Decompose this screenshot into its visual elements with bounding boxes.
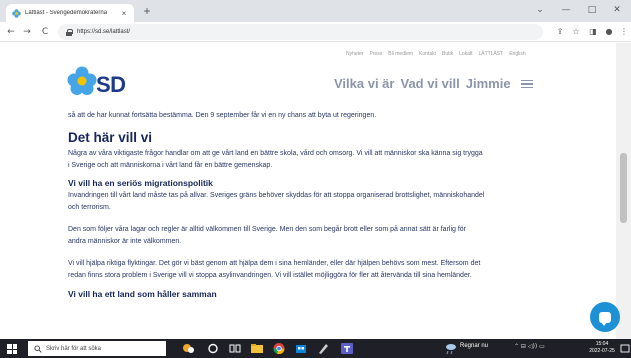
paragraph-line: Några av våra viktigaste frågor handlar … <box>68 150 483 157</box>
task-view-icon[interactable] <box>228 342 242 355</box>
pen-app-icon[interactable] <box>316 342 330 355</box>
paragraph-line: redan finns stora problem i Sverige vill… <box>68 272 472 279</box>
sidebar-icon[interactable]: ◨ <box>587 26 599 38</box>
section-title-migration: Vi vill ha en seriös migrationspolitik <box>68 178 213 188</box>
top-nav: Nyheter Press Bli medlem Kontakt Butik L… <box>346 51 526 57</box>
section-title-samman: Vi vill ha ett land som håller samman <box>68 289 217 299</box>
rain-weather-icon <box>446 344 456 355</box>
maximize-button[interactable]: □ <box>581 2 603 18</box>
windows-start-icon[interactable] <box>7 344 17 354</box>
paragraph-line: i Sverige och att människorna i vårt lan… <box>68 162 273 169</box>
tab-title: Lättläst - Sverigedemokraterna <box>25 10 108 16</box>
address-bar[interactable]: https://sd.se/lattlast/ <box>58 24 543 40</box>
notifications-icon[interactable] <box>620 342 630 355</box>
browser-tab[interactable]: Lättläst - Sverigedemokraterna × <box>6 4 134 22</box>
weather-cortana-icon[interactable] <box>178 342 198 355</box>
profile-icon[interactable]: ● <box>603 26 615 38</box>
clock-date: 2022-07-25 <box>589 348 615 354</box>
bookmark-star-icon[interactable]: ☆ <box>570 26 582 38</box>
chat-bubble-icon <box>599 311 611 326</box>
top-nav-lattlast[interactable]: LÄTTLÄST <box>478 51 503 57</box>
taskbar-search-placeholder: Skriv här för att söka <box>46 345 102 352</box>
top-nav-nyheter[interactable]: Nyheter <box>346 51 364 57</box>
forward-button[interactable]: → <box>20 25 34 39</box>
paragraph-line: Vi vill hjälpa riktiga flyktingar. Det g… <box>68 260 481 267</box>
search-icon <box>34 344 42 353</box>
paragraph-line: och terrorism. <box>68 204 111 211</box>
intro-text: så att de har kunnat fortsätta bestämma.… <box>68 112 377 119</box>
chrome-icon[interactable] <box>272 342 286 355</box>
sd-favicon-icon <box>12 8 21 18</box>
chat-button[interactable] <box>590 302 620 332</box>
close-window-button[interactable]: ✕ <box>606 2 628 18</box>
taskbar-clock[interactable]: 15:04 2022-07-25 <box>586 341 618 355</box>
paragraph-line: Invandringen till vårt land måste tas på… <box>68 192 485 199</box>
scrollbar-thumb[interactable] <box>620 153 627 223</box>
teams-icon[interactable] <box>340 342 354 355</box>
cortana-circle-icon[interactable] <box>206 342 220 355</box>
top-nav-butik[interactable]: Butik <box>442 51 453 57</box>
tab-close-icon[interactable]: × <box>120 9 128 18</box>
main-nav: Vilka vi är Vad vi vill Jimmie <box>334 76 533 91</box>
tab-search-icon[interactable]: ⌄ <box>529 2 551 18</box>
browser-menu-icon[interactable]: ⋮ <box>618 26 630 38</box>
site-header: Nyheter Press Bli medlem Kontakt Butik L… <box>0 43 616 106</box>
nav-vilka-vi-ar[interactable]: Vilka vi är <box>334 76 394 91</box>
system-tray-icons[interactable]: ⌃ ⊟ ◁)) ▭ <box>514 343 545 350</box>
new-tab-button[interactable]: + <box>140 4 154 18</box>
windows-taskbar: Skriv här för att söka Regnar nu ⌃ ⊟ ◁))… <box>0 339 631 358</box>
file-explorer-icon[interactable] <box>250 342 264 355</box>
paragraph-line: andra människor är inte välkommen. <box>68 238 182 245</box>
browser-tab-bar: Lättläst - Sverigedemokraterna × + ⌄ — □… <box>0 0 631 22</box>
top-nav-press[interactable]: Press <box>370 51 383 57</box>
taskbar-search-box[interactable]: Skriv här för att söka <box>28 341 166 356</box>
screen: Lättläst - Sverigedemokraterna × + ⌄ — □… <box>0 0 631 358</box>
back-button[interactable]: ← <box>4 25 18 39</box>
lock-icon[interactable] <box>66 28 73 36</box>
share-icon[interactable]: ⇪ <box>554 26 566 38</box>
nav-vad-vi-vill[interactable]: Vad vi vill <box>400 76 459 91</box>
heading-det-har-vill-vi: Det här vill vi <box>68 130 153 145</box>
page-scrollbar[interactable] <box>616 43 631 339</box>
hamburger-menu-icon[interactable] <box>520 79 533 89</box>
weather-text[interactable]: Regnar nu <box>460 343 488 349</box>
paragraph-line: Den som följer våra lagar och regler är … <box>68 226 467 233</box>
browser-toolbar: ← → C https://sd.se/lattlast/ ⇪ ☆ ◨ ● ⋮ <box>0 22 631 42</box>
logo-text[interactable]: SD <box>96 72 126 98</box>
article-content: så att de har kunnat fortsätta bestämma.… <box>68 106 578 339</box>
top-nav-english[interactable]: English <box>509 51 525 57</box>
top-nav-bli-medlem[interactable]: Bli medlem <box>388 51 413 57</box>
reload-button[interactable]: C <box>38 25 52 39</box>
minimize-button[interactable]: — <box>555 2 577 18</box>
top-nav-kontakt[interactable]: Kontakt <box>419 51 436 57</box>
clock-time: 15:04 <box>595 341 609 347</box>
top-nav-lokalt[interactable]: Lokalt <box>459 51 472 57</box>
nav-jimmie[interactable]: Jimmie <box>466 76 511 91</box>
url-text: https://sd.se/lattlast/ <box>77 29 131 35</box>
store-icon[interactable] <box>294 342 308 355</box>
